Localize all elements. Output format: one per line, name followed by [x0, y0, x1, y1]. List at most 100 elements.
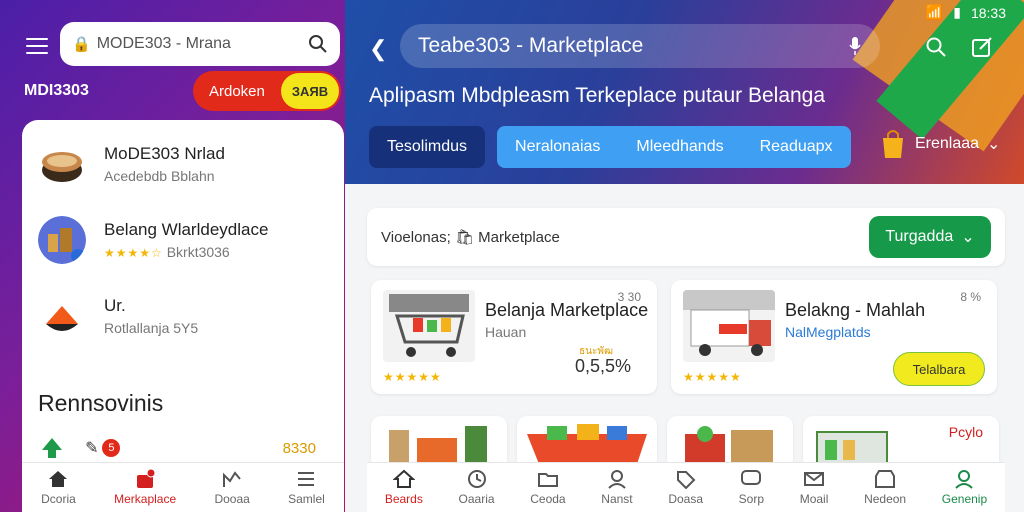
store-search-input[interactable]: [96, 35, 308, 53]
tab-item[interactable]: Readuapx: [742, 126, 851, 168]
nav-label: Dooaa: [214, 492, 250, 506]
folder-icon: [537, 473, 558, 487]
nav-label: Doasa: [668, 492, 703, 506]
nav-item-chat[interactable]: Sorp: [739, 469, 764, 506]
right-panel: 📶 ▮ 18:33 ❮ Teabe303 - Marketplace Aplip…: [345, 0, 1024, 512]
hero-header: 📶 ▮ 18:33 ❮ Teabe303 - Marketplace Aplip…: [345, 0, 1024, 184]
product-card[interactable]: Belanja Marketplace Hauan 3 30 ธนะพัฒ 0,…: [371, 280, 657, 394]
nav-item-folder[interactable]: Ceoda: [530, 469, 566, 506]
toggle-knob[interactable]: ЗАЯВ: [281, 73, 339, 109]
tab-item[interactable]: Mleedhands: [618, 126, 741, 168]
filter-button[interactable]: Turgadda ⌄: [869, 216, 991, 258]
notification-badge: 5: [102, 439, 121, 457]
mail-icon: [804, 472, 825, 486]
filter-text: Vioelonas; 🛍 Marketplace: [381, 229, 560, 246]
store-id: MDI3303: [24, 82, 89, 99]
profile-icon: [955, 470, 974, 489]
nav-item-home[interactable]: Beards: [385, 469, 423, 506]
search-icon[interactable]: [925, 36, 947, 58]
category-tabs: Tesolimdus Neralonaias Mleedhands Readua…: [369, 126, 851, 168]
clock-icon: [467, 470, 486, 488]
wifi-icon: 📶: [925, 4, 944, 20]
marketplace-search[interactable]: Teabe303 - Marketplace: [400, 24, 880, 68]
store-name: Ur.: [104, 296, 126, 315]
section-title: Rennsovinis: [38, 390, 164, 416]
shopping-cart-image: [383, 290, 475, 362]
nav-item-user[interactable]: Nanst: [601, 469, 633, 506]
buy-button[interactable]: Telalbara: [893, 352, 985, 386]
product-subtitle: Hauan: [485, 324, 527, 340]
tab-item[interactable]: Neralonaias: [497, 126, 618, 168]
goods-icon: [38, 216, 86, 264]
store-sub: Rotlallanja 5Y5: [104, 320, 199, 336]
nav-label: Moail: [799, 492, 829, 506]
nav-item-history[interactable]: Oaaria: [459, 469, 495, 506]
chevron-down-icon: ⌄: [961, 229, 975, 246]
product-card[interactable]: Belakng - Mahlah NalMegplatds 8 % Telalb…: [671, 280, 997, 394]
user-icon: [608, 470, 626, 489]
nav-item-stats[interactable]: Dooaa: [214, 469, 250, 506]
nav-item-home[interactable]: Dcoria: [41, 469, 76, 506]
store-name: MoDE303 Nrlad: [104, 144, 225, 163]
thumb-label: Pcylo: [948, 424, 983, 440]
nav-label: Merkaplace: [114, 492, 177, 506]
product-count: 8 %: [960, 290, 981, 304]
price-label: 8330: [282, 439, 316, 457]
search-query: Teabe303 - Marketplace: [418, 34, 644, 57]
nav-item-profile[interactable]: Genenip: [942, 469, 987, 506]
nav-label: Beards: [384, 492, 423, 506]
left-bottom-nav: Dcoria Merkaplace Dooaa Samlel: [22, 462, 344, 512]
product-price: 0,5,5%: [574, 356, 631, 376]
nav-item-marketplace[interactable]: Merkaplace: [114, 469, 176, 506]
left-panel: 🔒 MDI3303 Ardoken ЗАЯВ MoDE303 Nrlad Ace…: [0, 0, 345, 512]
nav-item-tag[interactable]: Doasa: [668, 469, 703, 506]
recommendation-row[interactable]: ✎ 5 8330: [40, 436, 316, 460]
nav-item-list[interactable]: Samlel: [288, 469, 325, 506]
rice-ball-icon: [46, 306, 78, 331]
tagline: Aplipasm Mbdpleasm Terkeplace putaur Bel…: [369, 84, 826, 107]
nav-label: Nedeon: [864, 492, 907, 506]
tag-icon: [676, 471, 696, 489]
store-toggle[interactable]: Ardoken ЗАЯВ: [193, 71, 341, 111]
battery-icon: ▮: [953, 4, 961, 20]
nav-item-store[interactable]: Nedeon: [864, 469, 906, 506]
edit-icon[interactable]: [971, 36, 993, 58]
lock-icon: 🔒: [72, 36, 91, 53]
food-bowl-icon: [42, 152, 82, 182]
home-icon: [392, 469, 415, 488]
market-icon: [137, 469, 156, 488]
store-item[interactable]: Belang Wlarldeydlace ★★★★☆ Bkrkt3036: [38, 216, 268, 264]
nav-label: Dcoria: [41, 492, 76, 506]
home-icon: [49, 471, 68, 487]
delivery-truck-image: [683, 290, 775, 362]
nav-label: Sorp: [738, 492, 765, 506]
category-label: Erenlaaa: [915, 135, 980, 152]
mic-icon[interactable]: [848, 36, 862, 56]
nav-label: Oaaria: [458, 492, 495, 506]
status-time: 18:33: [970, 4, 1006, 21]
store-search[interactable]: 🔒: [60, 22, 340, 66]
nav-label: Nanst: [601, 492, 633, 506]
product-title: Belakng - Mahlah: [785, 300, 926, 320]
chart-icon: [223, 471, 241, 487]
search-icon[interactable]: [308, 34, 328, 54]
toggle-label: Ardoken: [209, 82, 265, 100]
back-arrow-icon[interactable]: ❮: [369, 36, 387, 62]
nav-label: Genenip: [941, 492, 988, 506]
arrow-up-icon: [42, 438, 62, 458]
rating-stars: ★★★★☆: [104, 246, 163, 260]
store-item[interactable]: Ur. Rotlallanja 5Y5: [38, 292, 198, 340]
store-item[interactable]: MoDE303 Nrlad Acedebdb Bblahn: [38, 140, 225, 188]
list-icon: [298, 472, 315, 486]
store-sub: Bkrkt3036: [166, 244, 230, 260]
menu-icon[interactable]: [26, 38, 48, 54]
chevron-down-icon: ⌄: [987, 136, 1001, 153]
filter-bar: Vioelonas; 🛍 Marketplace Turgadda ⌄: [367, 208, 1005, 266]
filter-button-label: Turgadda: [885, 228, 954, 245]
store-icon: [875, 470, 896, 488]
nav-item-mail[interactable]: Moail: [799, 469, 829, 506]
right-bottom-nav: Beards Oaaria Ceoda Nanst Doasa Sorp Moa…: [367, 462, 1005, 512]
tab-primary[interactable]: Tesolimdus: [369, 126, 486, 168]
product-count: 3 30: [617, 290, 641, 304]
category-dropdown[interactable]: Erenlaaa ⌄: [879, 128, 1000, 160]
